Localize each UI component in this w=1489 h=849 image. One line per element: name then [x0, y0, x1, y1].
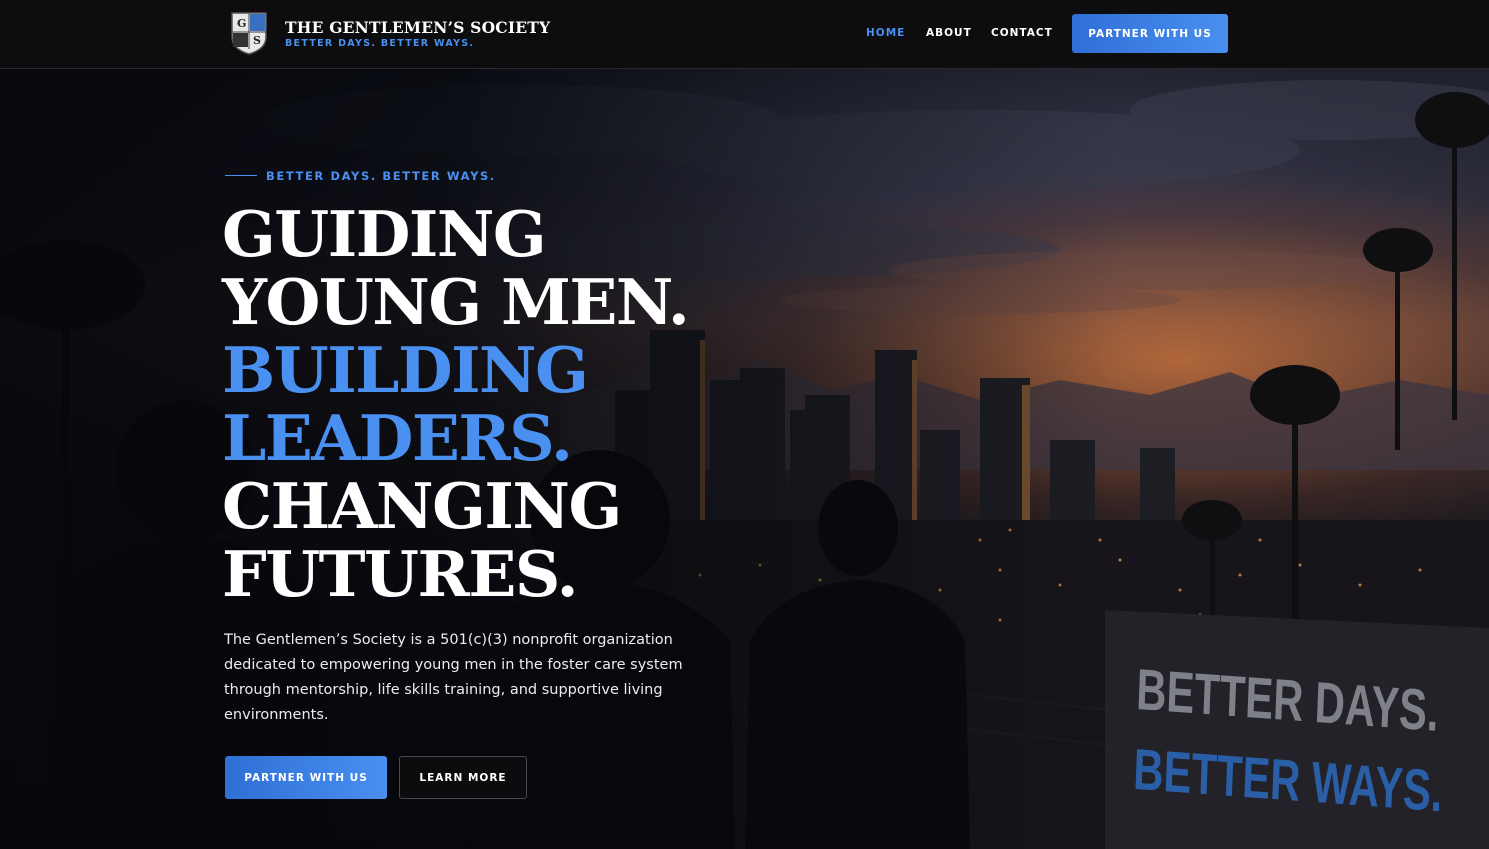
- wall-mural-text: BETTER DAYS. BETTER WAYS.: [1132, 650, 1447, 832]
- nav-contact-link[interactable]: CONTACT: [991, 27, 1053, 39]
- hero-eyebrow: BETTER DAYS. BETTER WAYS.: [266, 169, 496, 183]
- brand-tagline: BETTER DAYS. BETTER WAYS.: [285, 38, 475, 49]
- headline-line: YOUNG MEN.: [222, 265, 690, 339]
- svg-text:S: S: [253, 34, 261, 47]
- eyebrow-divider: [225, 175, 257, 176]
- learn-more-button[interactable]: LEARN MORE: [399, 756, 527, 799]
- hero-headline: GUIDING YOUNG MEN. BUILDING LEADERS. CHA…: [222, 197, 690, 611]
- headline-line: CHANGING: [222, 469, 622, 543]
- nav-about-link[interactable]: ABOUT: [926, 27, 972, 39]
- hero-description: The Gentlemen’s Society is a 501(c)(3) n…: [224, 632, 683, 723]
- top-navbar: G S THE GENTLEMEN’S SOCIETY BETTER DAYS.…: [0, 0, 1489, 69]
- headline-line: GUIDING: [222, 197, 547, 271]
- partner-with-us-button[interactable]: PARTNER WITH US: [225, 756, 387, 799]
- headline-line-accent: BUILDING: [222, 333, 589, 407]
- headline-line: FUTURES.: [222, 537, 579, 611]
- shield-logo-icon[interactable]: G S: [230, 11, 268, 55]
- nav-partner-button[interactable]: PARTNER WITH US: [1072, 14, 1228, 53]
- svg-text:G: G: [237, 17, 246, 30]
- brand-name[interactable]: THE GENTLEMEN’S SOCIETY: [285, 18, 550, 37]
- nav-home-link[interactable]: HOME: [866, 27, 905, 39]
- headline-line-accent: LEADERS.: [222, 401, 573, 475]
